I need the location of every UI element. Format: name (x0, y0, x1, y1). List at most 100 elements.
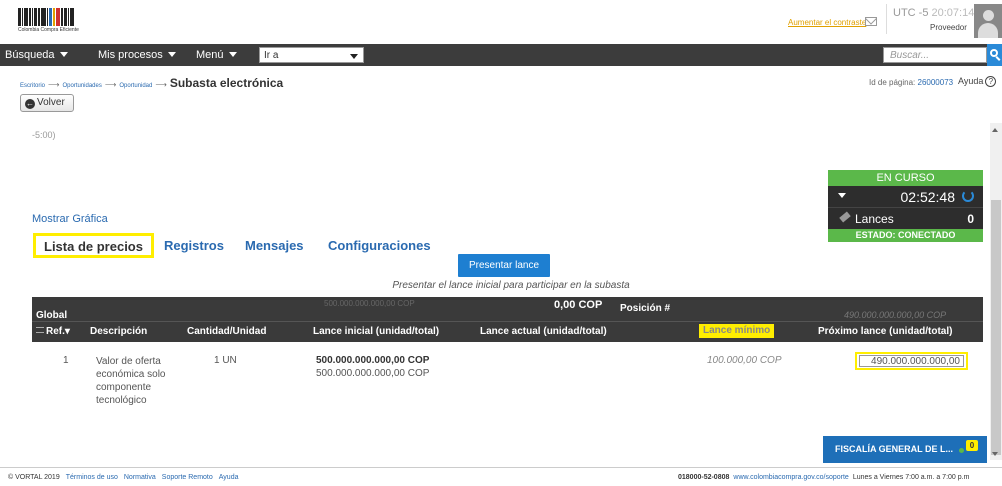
chevron-down-icon (59, 52, 68, 57)
chevron-down-icon (350, 54, 358, 59)
utc-clock: UTC -5 20:07:14 (893, 7, 974, 19)
header-divider (886, 4, 887, 34)
row-initial-unit: 500.000.000.000,00 COP (316, 355, 430, 366)
gavel-icon (839, 211, 851, 223)
global-label: Global (36, 310, 68, 321)
submit-bid-button[interactable]: Presentar lance (458, 254, 550, 277)
global-current-bid: 0,00 COP (554, 299, 603, 311)
footer-left: © VORTAL 2019 Términos de uso Normativa Sop… (8, 474, 239, 481)
tab-configuraciones[interactable]: Configuraciones (328, 238, 431, 253)
go-to-select[interactable]: Ir a (259, 47, 364, 63)
connection-status: ESTADO: CONECTADO (828, 229, 983, 242)
logo-barcode-icon (18, 8, 108, 26)
mail-icon[interactable] (865, 17, 877, 26)
sort-down-icon: ▾ (64, 326, 70, 337)
submit-hint: Presentar el lance inicial para particip… (392, 280, 630, 291)
collapse-panel-icon[interactable] (838, 193, 846, 198)
auction-status-panel: EN CURSO 02:52:48 Lances 0 ESTADO: CONEC… (828, 170, 983, 242)
scroll-down-icon[interactable] (992, 452, 998, 456)
support-site-link[interactable]: www.colombiacompra.gov.co/soporte (733, 474, 848, 481)
breadcrumb-escritorio[interactable]: Escritorio (20, 83, 45, 89)
column-ref-label: Ref. (46, 326, 65, 337)
nav-busqueda[interactable]: Búsqueda (5, 49, 68, 61)
column-ref[interactable]: Ref.▾ (36, 326, 70, 337)
auction-state: EN CURSO (828, 170, 983, 186)
tab-lista-de-precios[interactable]: Lista de precios (33, 233, 154, 258)
scrollbar-thumb[interactable] (991, 200, 1001, 455)
breadcrumb-oportunidades[interactable]: Oportunidades (62, 83, 101, 89)
timer-value: 02:52:48 (900, 189, 956, 205)
breadcrumb: Escritorio ⟶ Oportunidades ⟶ Oportunidad ⟶ Sub… (20, 76, 284, 90)
scroll-up-icon[interactable] (992, 128, 998, 132)
tab-registros[interactable]: Registros (164, 238, 224, 253)
nav-menu-label: Menú (196, 49, 224, 61)
go-to-select-value: Ir a (264, 50, 279, 61)
page-id: Id de página: 26000073 (869, 78, 953, 87)
main-navbar: Búsqueda Mis procesos Menú (0, 44, 1002, 66)
bids-count: 0 (967, 212, 974, 226)
support-phone: 018000-52-0808 (678, 474, 730, 481)
copyright: © VORTAL 2019 (8, 474, 60, 481)
help-link[interactable]: Ayuda? (958, 76, 997, 87)
colombia-compra-logo[interactable]: Colombia Compra Eficiente (18, 8, 108, 36)
increase-contrast-link[interactable]: Aumentar el contraste (788, 18, 866, 27)
footer-right: 018000-52-0808 www.colombiacompra.gov.co/… (678, 474, 969, 481)
row-description: Valor de oferta económica solo component… (96, 356, 166, 406)
tab-mensajes[interactable]: Mensajes (245, 238, 304, 253)
online-dot-icon (959, 448, 964, 453)
column-initial-bid: Lance inicial (unidad/total) (313, 326, 440, 337)
page: Colombia Compra Eficiente Aumentar el co… (0, 0, 1002, 486)
nav-mis-procesos-label: Mis procesos (98, 49, 163, 61)
top-header: Colombia Compra Eficiente Aumentar el co… (0, 0, 1002, 40)
row-ref: 1 (63, 355, 69, 366)
back-button[interactable]: ← Volver (20, 94, 74, 112)
utc-label: UTC -5 (893, 7, 929, 19)
footer-link-normativa[interactable]: Normativa (124, 474, 156, 481)
timezone-text: -5:00) (32, 130, 56, 140)
user-avatar-icon[interactable] (974, 4, 1002, 38)
help-icon: ? (985, 76, 997, 87)
column-minimum-bid: Lance mínimo (699, 324, 775, 338)
page-id-label: Id de página: (869, 78, 916, 87)
auction-timer: 02:52:48 (828, 186, 983, 207)
utc-time: 20:07:14 (931, 7, 975, 19)
nav-mis-procesos[interactable]: Mis procesos (98, 49, 176, 61)
next-bid-input[interactable]: 490.000.000.000,00 (859, 355, 964, 367)
table-global-row: Global 500.000.000.000,00 COP 0,00 COP P… (32, 297, 983, 321)
logo-caption: Colombia Compra Eficiente (18, 27, 79, 33)
search-button[interactable] (987, 44, 1002, 66)
support-hours: Lunes a Viernes 7:00 a.m. a 7:00 p.m (852, 474, 970, 481)
column-quantity: Cantidad/Unidad (187, 326, 267, 337)
table-header: Ref.▾ Descripción Cantidad/Unidad Lance … (32, 321, 983, 342)
row-quantity: 1 UN (214, 355, 237, 366)
global-initial-bid: 500.000.000.000,00 COP (324, 299, 415, 308)
position-label: Posición # (620, 303, 671, 314)
back-button-label: Volver (37, 97, 65, 108)
show-chart-link[interactable]: Mostrar Gráfica (32, 213, 108, 225)
global-next-bid: 490.000.000.000,00 COP (844, 310, 947, 320)
chat-popup-label: FISCALÍA GENERAL DE L... (835, 444, 954, 454)
footer-link-soporte-remoto[interactable]: Soporte Remoto (162, 474, 213, 481)
footer: © VORTAL 2019 Términos de uso Normativa Sop… (0, 467, 1002, 486)
nav-busqueda-label: Búsqueda (5, 49, 55, 61)
chat-popup[interactable]: FISCALÍA GENERAL DE L... 0 (823, 436, 987, 463)
bids-label: Lances (855, 212, 894, 226)
column-description: Descripción (90, 326, 148, 337)
help-label: Ayuda (958, 76, 984, 86)
row-initial-total: 500.000.000.000,00 COP (316, 368, 430, 379)
column-current-bid: Lance actual (unidad/total) (480, 326, 607, 337)
message-badge: 0 (966, 440, 978, 451)
footer-link-terminos[interactable]: Términos de uso (66, 474, 118, 481)
arrow-left-icon: ← (25, 99, 35, 109)
footer-link-ayuda[interactable]: Ayuda (219, 474, 239, 481)
chevron-down-icon (167, 52, 176, 57)
next-bid-field-wrapper: 490.000.000.000,00 (855, 352, 968, 370)
nav-menu[interactable]: Menú (196, 49, 237, 61)
page-title: Subasta electrónica (169, 76, 284, 90)
refresh-icon[interactable] (962, 190, 974, 202)
page-id-value: 26000073 (917, 78, 954, 87)
row-minimum-bid: 100.000,00 COP (707, 355, 782, 366)
chevron-down-icon (228, 52, 237, 57)
search-input[interactable]: Buscar... (883, 47, 987, 63)
breadcrumb-oportunidad[interactable]: Oportunidad (119, 83, 152, 89)
